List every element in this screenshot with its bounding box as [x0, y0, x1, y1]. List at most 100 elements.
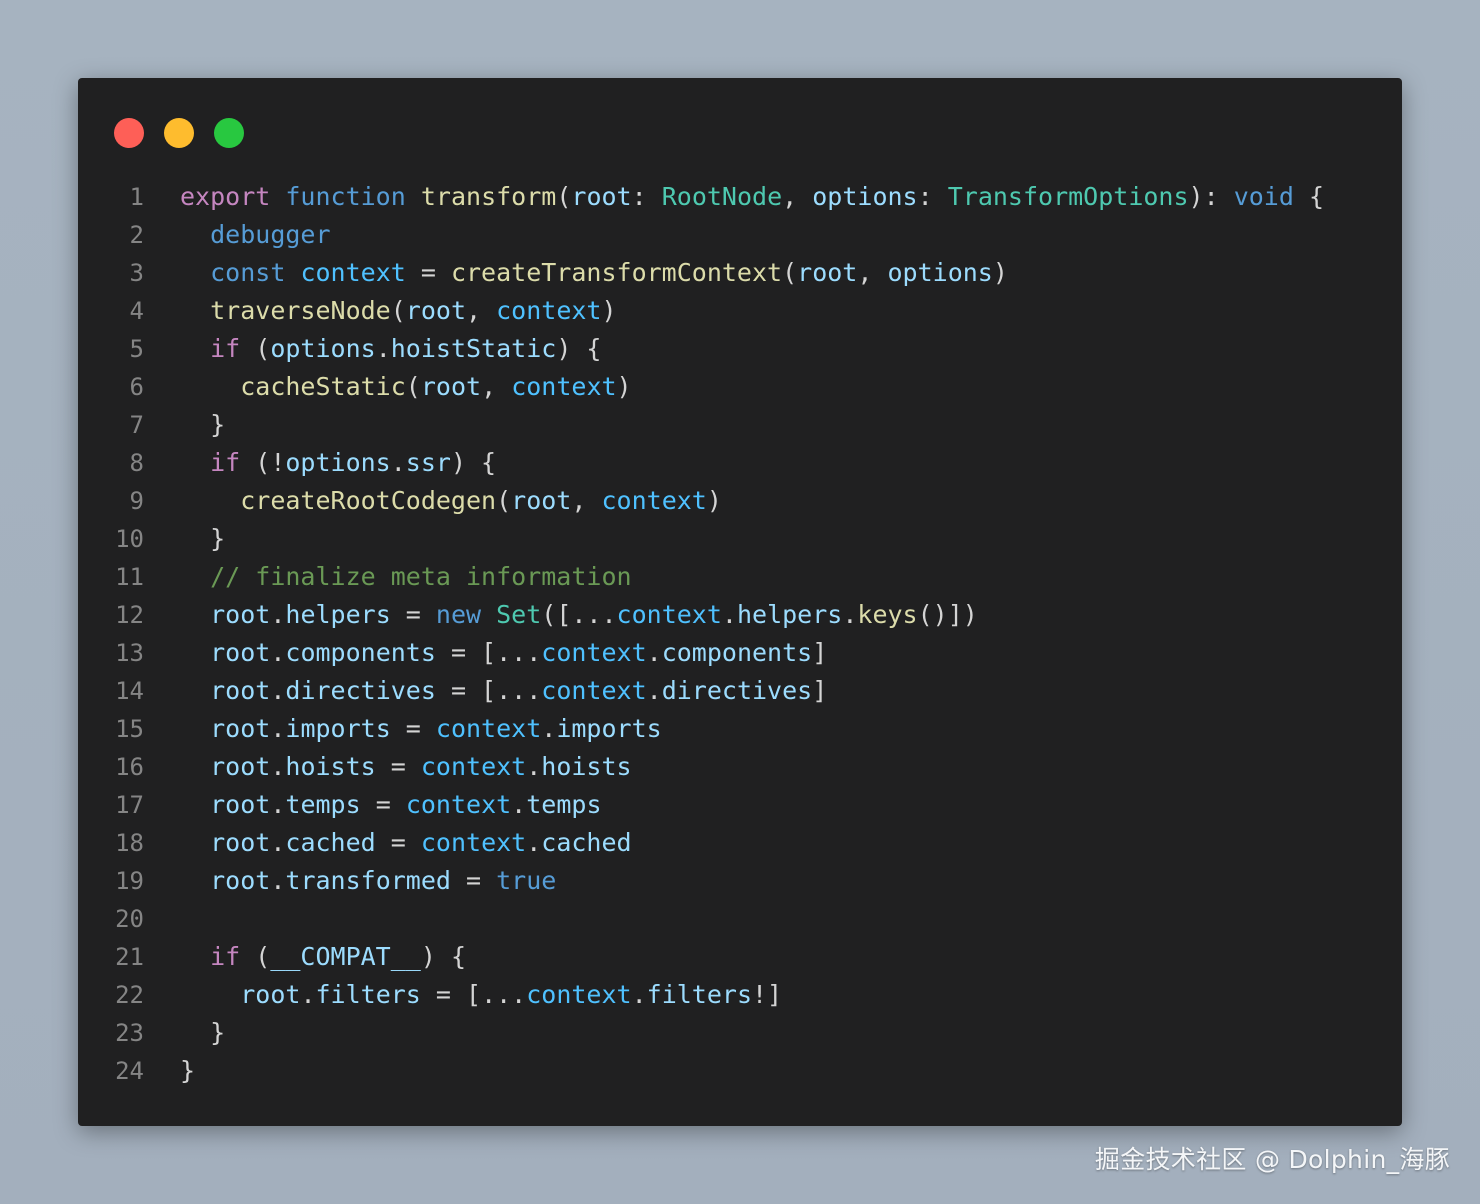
code-token: traverseNode [210, 296, 391, 325]
code-token: = [375, 828, 421, 857]
line-number: 2 [129, 221, 144, 249]
code-token: = [390, 714, 436, 743]
code-token: new [435, 600, 482, 629]
code-token: export [180, 182, 271, 211]
code-line: 19 root.transformed = true [78, 862, 1402, 900]
code-line: 20 [78, 900, 1402, 938]
code-token: context [300, 258, 406, 287]
code-token: transformed [285, 866, 451, 895]
code-token: . [270, 600, 286, 629]
code-token: . [270, 638, 286, 667]
code-text: createRootCodegen(root, context) [144, 482, 722, 520]
line-number: 23 [115, 1019, 144, 1047]
code-token: = [375, 752, 421, 781]
line-number: 20 [115, 905, 144, 933]
code-token: . [646, 676, 662, 705]
code-token: (! [240, 448, 286, 477]
code-token: if [210, 942, 241, 971]
code-token: ) [616, 372, 632, 401]
code-text: root.directives = [...context.directives… [144, 672, 827, 710]
code-token: hoistStatic [390, 334, 557, 363]
code-token: createTransformContext [450, 258, 783, 287]
line-number: 14 [115, 677, 144, 705]
code-text: root.hoists = context.hoists [144, 748, 632, 786]
code-token: imports [556, 714, 662, 743]
code-token: void [1233, 182, 1294, 211]
code-line: 24} [78, 1052, 1402, 1090]
line-number: 22 [115, 981, 144, 1009]
code-text: } [144, 1014, 225, 1052]
code-text: export function transform(root: RootNode… [144, 178, 1324, 216]
code-token: ] [812, 676, 828, 705]
code-token: __COMPAT__ [270, 942, 421, 971]
code-token: ): [1188, 182, 1234, 211]
code-token: ) [992, 258, 1008, 287]
code-token: ) [706, 486, 722, 515]
code-token: , [571, 486, 602, 515]
code-token: cacheStatic [240, 372, 406, 401]
code-token: options [812, 182, 918, 211]
code-token: } [180, 1056, 196, 1085]
code-token: . [270, 866, 286, 895]
line-number: 5 [129, 335, 144, 363]
line-number: 8 [129, 449, 144, 477]
code-text: debugger [144, 216, 330, 254]
code-token: ( [390, 296, 406, 325]
code-token: ) { [450, 448, 497, 477]
code-text: cacheStatic(root, context) [144, 368, 632, 406]
code-token: root [405, 296, 467, 325]
line-number: 9 [129, 487, 144, 515]
maximize-button[interactable] [214, 118, 244, 148]
code-text: } [144, 1052, 195, 1090]
code-token: RootNode [661, 182, 783, 211]
line-number: 6 [129, 373, 144, 401]
code-line: 22 root.filters = [...context.filters!] [78, 976, 1402, 1014]
code-token: . [270, 676, 286, 705]
code-token: root [210, 638, 271, 667]
code-token: function [285, 182, 406, 211]
code-token: ( [782, 258, 798, 287]
line-number: 4 [129, 297, 144, 325]
line-number: 21 [115, 943, 144, 971]
code-block: 1 export function transform(root: RootNod… [78, 178, 1402, 1090]
line-number: 24 [115, 1057, 144, 1085]
code-token: . [721, 600, 737, 629]
code-token: TransformOptions [947, 182, 1189, 211]
line-number: 10 [115, 525, 144, 553]
close-button[interactable] [114, 118, 144, 148]
code-token: context [496, 296, 602, 325]
code-token: keys [857, 600, 918, 629]
code-text: root.imports = context.imports [144, 710, 662, 748]
code-token: hoists [541, 752, 632, 781]
code-line: 16 root.hoists = context.hoists [78, 748, 1402, 786]
code-token: ( [556, 182, 572, 211]
line-number: 17 [115, 791, 144, 819]
code-token: context [420, 752, 527, 781]
code-token: true [496, 866, 557, 895]
code-text: root.cached = context.cached [144, 824, 631, 862]
code-token: . [300, 980, 316, 1009]
code-token: = [450, 866, 497, 895]
code-token: transform [420, 182, 557, 211]
code-token: . [270, 828, 286, 857]
code-token: . [526, 752, 542, 781]
minimize-button[interactable] [164, 118, 194, 148]
code-line: 14 root.directives = [...context.directi… [78, 672, 1402, 710]
code-token: root [210, 828, 271, 857]
line-number: 19 [115, 867, 144, 895]
code-token: : [631, 182, 662, 211]
code-token: root [210, 714, 271, 743]
code-line: 10 } [78, 520, 1402, 558]
code-token: !] [752, 980, 783, 1009]
code-token: : [917, 182, 948, 211]
line-number: 13 [115, 639, 144, 667]
code-token: . [526, 828, 542, 857]
